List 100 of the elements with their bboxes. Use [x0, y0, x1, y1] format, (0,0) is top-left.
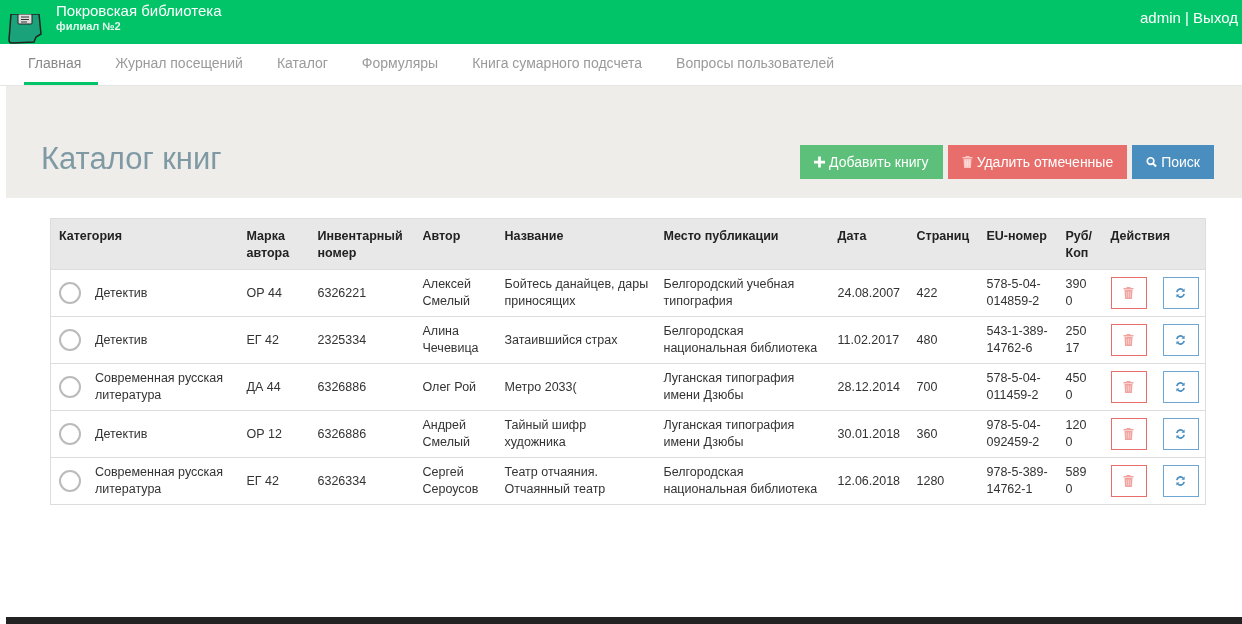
column-header: Название [496, 218, 656, 270]
nav-tab[interactable]: Формуляры [357, 44, 456, 85]
refresh-row-button[interactable] [1162, 277, 1199, 309]
trash-icon [1123, 381, 1134, 393]
delete-row-button[interactable] [1110, 324, 1147, 356]
column-header: Место публикации [655, 218, 830, 270]
refresh-icon [1175, 287, 1186, 299]
add-button[interactable]: Добавить книгу [800, 145, 943, 179]
trash-icon [1123, 475, 1134, 487]
column-header: Инвентарный номер [309, 218, 415, 270]
category-text: Детектив [95, 425, 148, 443]
row-radio[interactable] [59, 423, 81, 445]
table-cell: 6326886 [309, 363, 415, 411]
table-cell: 11.02.2017 [829, 316, 909, 364]
table-cell: ЕГ 42 [238, 457, 310, 505]
table-cell: 450 0 [1057, 363, 1103, 411]
table-cell: 12.06.2018 [829, 457, 909, 505]
nav-tab[interactable]: Журнал посещений [111, 44, 260, 85]
table-cell: Белгородский учебная типография [655, 269, 830, 317]
table-cell: Луганская типография имени Дзюбы [655, 363, 830, 411]
table-cell: Белгородская национальная библиотека [655, 316, 830, 364]
table-cell: Бойтесь данайцев, дары приносящих [496, 269, 656, 317]
refresh-row-button[interactable] [1162, 324, 1199, 356]
delete-button[interactable]: Удалить отмеченные [947, 145, 1128, 179]
table-cell: Метро 2033( [496, 363, 656, 411]
table-cell: 6326221 [309, 269, 415, 317]
table-cell: 28.12.2014 [829, 363, 909, 411]
trash-icon [1123, 287, 1134, 299]
table-cell: ОР 12 [238, 410, 310, 458]
refresh-icon [1175, 334, 1186, 346]
library-title: Покровская библиотека [56, 2, 222, 20]
table-cell: 30.01.2018 [829, 410, 909, 458]
page-title: Каталог книг [41, 140, 222, 178]
table-cell: Луганская типография имени Дзюбы [655, 410, 830, 458]
row-radio[interactable] [59, 376, 81, 398]
column-header: Руб/ Коп [1057, 218, 1103, 270]
delete-row-button[interactable] [1110, 371, 1147, 403]
column-header: Категория [50, 218, 239, 270]
table-cell: Андрей Смелый [414, 410, 497, 458]
delete-row-button[interactable] [1110, 465, 1147, 497]
table-cell: 250 17 [1057, 316, 1103, 364]
table-cell: 700 [908, 363, 979, 411]
table-cell: Алексей Смелый [414, 269, 497, 317]
category-text: Детектив [95, 331, 148, 349]
table-cell: Белгородская национальная библиотека [655, 457, 830, 505]
table-cell: Сергей Сероусов [414, 457, 497, 505]
row-radio[interactable] [59, 282, 81, 304]
table-cell: 578-5-04-011459-2 [978, 363, 1058, 411]
table-cell: 589 0 [1057, 457, 1103, 505]
user-logout-link[interactable]: admin | Выход [1140, 9, 1238, 26]
table-cell: ЕГ 42 [238, 316, 310, 364]
nav-tab[interactable]: Каталог [272, 44, 345, 85]
nav-tab[interactable]: Книга сумарного подсчета [468, 44, 660, 85]
table-cell: Тайный шифр художника [496, 410, 656, 458]
refresh-row-button[interactable] [1162, 418, 1199, 450]
table-cell: 480 [908, 316, 979, 364]
nav-tab[interactable]: Вопросы пользователей [672, 44, 852, 85]
category-text: Современная русская литература [95, 464, 224, 498]
table-cell: 6326886 [309, 410, 415, 458]
column-header: EU-номер [978, 218, 1058, 270]
column-header: Автор [414, 218, 497, 270]
column-header: Действия [1102, 218, 1205, 270]
search-button[interactable]: Поиск [1132, 145, 1214, 179]
row-radio[interactable] [59, 470, 81, 492]
column-header: Дата [829, 218, 909, 270]
trash-icon [961, 156, 973, 168]
delete-row-button[interactable] [1110, 277, 1147, 309]
table-cell: 422 [908, 269, 979, 317]
table-cell: 1280 [908, 457, 979, 505]
table-cell: 120 0 [1057, 410, 1103, 458]
table-cell: 978-5-389-14762-1 [978, 457, 1058, 505]
table-cell: 360 [908, 410, 979, 458]
table-cell: ОР 44 [238, 269, 310, 317]
plus-icon [814, 156, 826, 168]
table-cell: 24.08.2007 [829, 269, 909, 317]
table-cell: 978-5-04-092459-2 [978, 410, 1058, 458]
search-icon [1146, 156, 1158, 168]
table-cell: Затаившийся страх [496, 316, 656, 364]
refresh-icon [1175, 475, 1186, 487]
refresh-icon [1175, 428, 1186, 440]
table-cell: Театр отчаяния. Отчаянный театр [496, 457, 656, 505]
refresh-row-button[interactable] [1162, 371, 1199, 403]
table-cell: 2325334 [309, 316, 415, 364]
column-header: Марка автора [238, 218, 310, 270]
table-cell: 390 0 [1057, 269, 1103, 317]
category-text: Детектив [95, 284, 148, 302]
column-header: Страниц [908, 218, 979, 270]
table-cell: 6326334 [309, 457, 415, 505]
delete-row-button[interactable] [1110, 418, 1147, 450]
table-cell: ДА 44 [238, 363, 310, 411]
refresh-icon [1175, 381, 1186, 393]
table-cell: Алина Чечевица [414, 316, 497, 364]
refresh-row-button[interactable] [1162, 465, 1199, 497]
table-cell: Олег Рой [414, 363, 497, 411]
trash-icon [1123, 334, 1134, 346]
table-cell: 578-5-04-014859-2 [978, 269, 1058, 317]
branch-subtitle: филиал №2 [56, 20, 122, 33]
trash-icon [1123, 428, 1134, 440]
category-text: Современная русская литература [95, 370, 224, 404]
row-radio[interactable] [59, 329, 81, 351]
